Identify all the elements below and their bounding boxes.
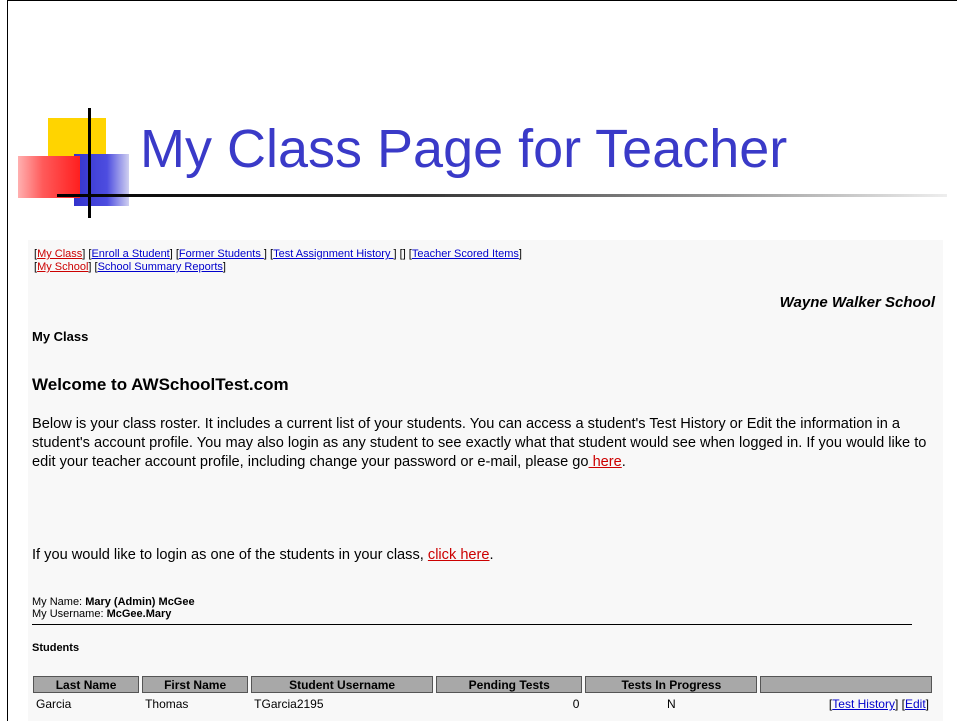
col-pending-tests: Pending Tests bbox=[436, 676, 583, 693]
nav-my-school[interactable]: My School bbox=[37, 261, 88, 273]
nav-links: [My Class] [Enroll a Student] [Former St… bbox=[34, 248, 522, 273]
cell-username: TGarcia2195 bbox=[254, 697, 324, 711]
col-first-name: First Name bbox=[142, 676, 249, 693]
table-header-row: Last Name First Name Student Username Pe… bbox=[33, 676, 932, 693]
account-info: My Name: Mary (Admin) McGee My Username:… bbox=[32, 596, 195, 620]
section-title: My Class bbox=[32, 329, 89, 344]
nav-teacher-scored-items[interactable]: Teacher Scored Items bbox=[412, 248, 519, 260]
slide-title: My Class Page for Teacher bbox=[140, 119, 788, 179]
test-history-link[interactable]: Test History bbox=[832, 697, 895, 711]
vertical-rule bbox=[88, 108, 91, 218]
cell-pending-tests: 0 bbox=[572, 697, 580, 711]
student-roster-table: Last Name First Name Student Username Pe… bbox=[30, 674, 935, 715]
nav-my-class[interactable]: My Class bbox=[37, 248, 82, 260]
col-last-name: Last Name bbox=[33, 676, 140, 693]
nav-test-assignment-history[interactable]: Test Assignment History bbox=[273, 248, 393, 260]
teacher-name: Mary (Admin) McGee bbox=[85, 596, 195, 608]
nav-school-summary-reports[interactable]: School Summary Reports bbox=[98, 261, 223, 273]
cell-last-name: Garcia bbox=[36, 697, 72, 711]
col-student-username: Student Username bbox=[251, 676, 433, 693]
welcome-heading: Welcome to AWSchoolTest.com bbox=[32, 375, 289, 394]
edit-profile-link[interactable]: here bbox=[589, 454, 622, 470]
table-row: Garcia Thomas TGarcia2195 0 N [Test Hist… bbox=[33, 695, 932, 713]
title-decoration bbox=[0, 0, 957, 230]
cell-first-name: Thomas bbox=[145, 697, 189, 711]
col-tests-in-progress: Tests In Progress bbox=[585, 676, 758, 693]
roster-intro: Below is your class roster. It includes … bbox=[32, 416, 927, 470]
blue-square bbox=[74, 154, 129, 206]
edit-student-link[interactable]: Edit bbox=[905, 697, 926, 711]
student-login-prompt: If you would like to login as one of the… bbox=[32, 547, 494, 563]
cell-tests-in-progress: N bbox=[667, 697, 676, 711]
cell-actions: [Test History] [Edit] bbox=[828, 697, 929, 711]
student-login-link[interactable]: click here bbox=[428, 547, 490, 563]
page-panel bbox=[28, 240, 943, 721]
student-login-text: If you would like to login as one of the… bbox=[32, 547, 428, 563]
roster-intro-text: Below is your class roster. It includes … bbox=[32, 416, 927, 470]
red-square bbox=[18, 156, 80, 198]
nav-former-students[interactable]: Former Students bbox=[179, 248, 264, 260]
students-heading: Students bbox=[32, 642, 80, 654]
teacher-username: McGee.Mary bbox=[106, 608, 172, 620]
horizontal-rule bbox=[57, 194, 947, 197]
school-name: Wayne Walker School bbox=[779, 294, 935, 311]
divider bbox=[32, 624, 912, 625]
nav-enroll-student[interactable]: Enroll a Student bbox=[91, 248, 169, 260]
col-actions bbox=[760, 676, 932, 693]
